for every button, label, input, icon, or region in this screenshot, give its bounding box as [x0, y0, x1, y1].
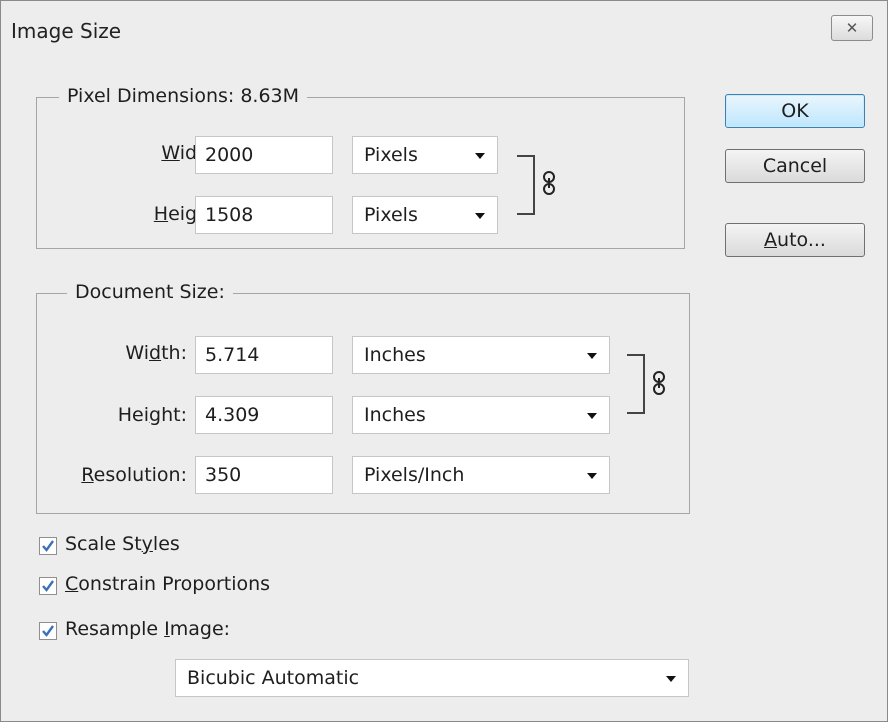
cancel-button[interactable]: Cancel — [725, 149, 865, 183]
chain-link-icon — [653, 371, 665, 395]
dropdown-arrow-icon — [475, 153, 485, 159]
document-size-legend: Document Size: — [67, 281, 233, 303]
dialog-title: Image Size — [11, 19, 122, 43]
resolution-input[interactable]: 350 — [195, 456, 333, 494]
pixel-width-unit-value: Pixels — [364, 144, 418, 166]
pixel-height-unit-select[interactable]: Pixels — [352, 196, 498, 234]
constrain-bracket — [517, 155, 535, 215]
dropdown-arrow-icon — [587, 413, 597, 419]
doc-width-unit-select[interactable]: Inches — [352, 336, 610, 374]
document-size-group: Document Size: Width: 5.714 Inches Heigh… — [36, 281, 690, 514]
resolution-unit-select[interactable]: Pixels/Inch — [352, 456, 610, 494]
title-bar: Image Size ✕ — [1, 1, 887, 57]
doc-width-unit-value: Inches — [364, 344, 426, 366]
ok-button[interactable]: OK — [725, 94, 865, 128]
pixel-height-input[interactable]: 1508 — [195, 196, 333, 234]
document-constrain-bracket — [627, 354, 645, 414]
constrain-proportions-checkbox[interactable] — [39, 577, 57, 595]
checkmark-icon — [42, 625, 54, 637]
auto-button[interactable]: Auto... — [725, 223, 865, 257]
resolution-label: Resolution: — [81, 464, 187, 486]
scale-styles-label: Scale Styles — [65, 533, 180, 555]
image-size-dialog: Image Size ✕ Pixel Dimensions: 8.63M Wid… — [0, 0, 888, 722]
pixel-width-unit-select[interactable]: Pixels — [352, 136, 498, 174]
scale-styles-checkbox[interactable] — [39, 537, 57, 555]
resample-method-value: Bicubic Automatic — [187, 667, 360, 689]
pixel-dimensions-legend: Pixel Dimensions: 8.63M — [59, 85, 308, 107]
doc-height-label: Height: — [117, 404, 187, 426]
pixel-width-input[interactable]: 2000 — [195, 136, 333, 174]
dropdown-arrow-icon — [587, 353, 597, 359]
pixel-dimensions-group: Pixel Dimensions: 8.63M Width: 2000 Pixe… — [36, 85, 685, 249]
chain-link-icon — [543, 171, 555, 195]
doc-width-label: Width: — [125, 342, 187, 364]
resample-image-checkbox[interactable] — [39, 622, 57, 640]
dropdown-arrow-icon — [475, 213, 485, 219]
checkmark-icon — [42, 540, 54, 552]
resample-image-label: Resample Image: — [65, 618, 231, 640]
constrain-proportions-label: Constrain Proportions — [65, 573, 271, 595]
doc-width-input[interactable]: 5.714 — [195, 336, 333, 374]
doc-height-unit-select[interactable]: Inches — [352, 396, 610, 434]
close-button[interactable]: ✕ — [831, 15, 873, 41]
resolution-unit-value: Pixels/Inch — [364, 464, 465, 486]
dropdown-arrow-icon — [587, 473, 597, 479]
doc-height-unit-value: Inches — [364, 404, 426, 426]
doc-height-input[interactable]: 4.309 — [195, 396, 333, 434]
pixel-height-unit-value: Pixels — [364, 204, 418, 226]
close-icon: ✕ — [845, 19, 859, 37]
resample-method-select[interactable]: Bicubic Automatic — [175, 659, 689, 697]
checkmark-icon — [42, 580, 54, 592]
dropdown-arrow-icon — [666, 676, 676, 682]
